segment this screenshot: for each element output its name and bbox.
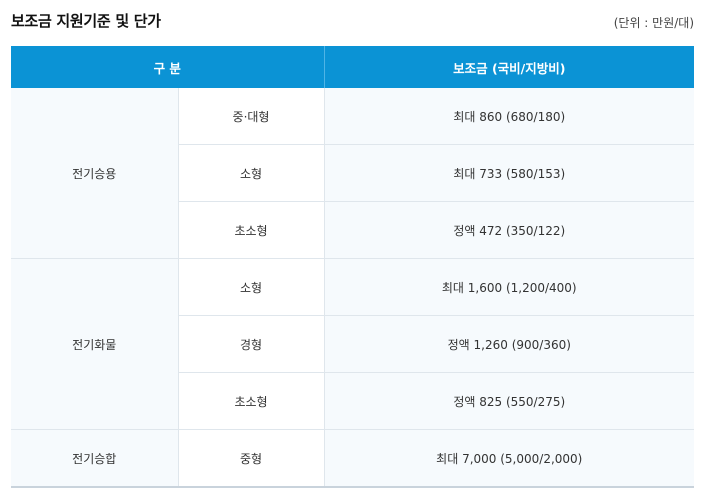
group-passenger: 전기승용 [11,88,179,259]
unit-note: (단위 : 만원/대) [613,16,694,30]
header-amount: 보조금 (국비/지방비) [323,46,695,88]
vehicle-type-cell: 초소형 [178,372,325,430]
subsidy-amount-cell: 최대 860 (680/180) [324,88,695,145]
vehicle-type-cell: 경형 [178,315,325,373]
subsidy-amount-cell: 정액 825 (550/275) [324,372,695,430]
vehicle-type-cell: 소형 [178,144,325,202]
subsidy-amount-cell: 정액 472 (350/122) [324,201,695,259]
vehicle-type-cell: 초소형 [178,201,325,259]
table-row: 전기승용 중·대형 최대 860 (680/180) [11,88,695,259]
table-row: 전기승합 중형 최대 7,000 (5,000/2,000) [11,429,695,488]
subsidy-table: 구 분 보조금 (국비/지방비) 전기승용 중·대형 최대 860 (680/1… [11,46,695,488]
table-header: 구 분 보조금 (국비/지방비) [11,46,695,88]
subsidy-amount-cell: 최대 1,600 (1,200/400) [324,258,695,316]
subsidy-amount-cell: 최대 733 (580/153) [324,144,695,202]
vehicle-type-cell: 중형 [178,429,325,488]
section-title: 보조금 지원기준 및 단가 [11,12,161,30]
group-bus: 전기승합 [11,429,179,488]
subsidy-section: 보조금 지원기준 및 단가 (단위 : 만원/대) 구 분 보조금 (국비/지방… [0,0,705,500]
subsidy-amount-cell: 정액 1,260 (900/360) [324,315,695,373]
vehicle-type-cell: 소형 [178,258,325,316]
group-cargo: 전기화물 [11,258,179,430]
subsidy-amount-cell: 최대 7,000 (5,000/2,000) [324,429,695,488]
header-category: 구 분 [11,46,325,88]
vehicle-type-cell: 중·대형 [178,88,325,145]
table-body: 전기승용 중·대형 최대 860 (680/180) 소형 최대 733 (58… [11,88,695,488]
table-row: 전기화물 소형 최대 1,600 (1,200/400) [11,258,695,430]
